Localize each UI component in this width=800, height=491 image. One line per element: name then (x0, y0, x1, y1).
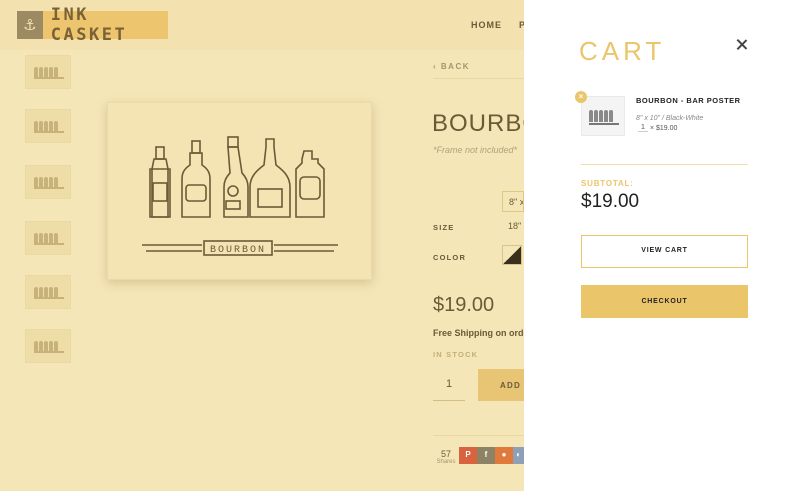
product-image[interactable]: BOURBON (107, 102, 372, 280)
bourbon-bottles-illustration: BOURBON (142, 136, 338, 256)
remove-item-button[interactable]: × (575, 91, 587, 103)
size-option-button[interactable]: 8" x (502, 191, 524, 212)
checkout-button[interactable]: CHECKOUT (581, 285, 748, 318)
close-icon[interactable] (734, 37, 750, 53)
messenger-icon[interactable]: ◐ (513, 447, 524, 464)
share-label: Shares (436, 459, 456, 465)
logo-text: INK CASKET (50, 5, 128, 45)
product-title: BOURBON (432, 110, 524, 137)
divider (433, 78, 524, 79)
pinterest-icon[interactable]: P (459, 447, 477, 464)
cart-item-price: $19.00 (656, 125, 678, 132)
share-count: 57 Shares (435, 449, 457, 465)
thumbnail[interactable] (25, 275, 71, 309)
view-cart-button[interactable]: VIEW CART (581, 235, 748, 268)
share-number: 57 (440, 449, 451, 459)
cart-drawer: CART × BOURBON - BAR POSTER 8" x 10" / B… (524, 0, 800, 491)
thumbnail[interactable] (25, 221, 71, 255)
color-label: COLOR (433, 253, 467, 262)
thumbnail[interactable] (25, 55, 71, 89)
add-to-cart-button[interactable]: ADD T (478, 369, 524, 401)
divider (581, 164, 748, 165)
quantity-input[interactable]: 1 (433, 369, 465, 401)
thumbnail[interactable] (25, 329, 71, 363)
reddit-icon[interactable]: ● (495, 447, 513, 464)
size-value[interactable]: 18" (508, 221, 524, 231)
color-swatch-black-white[interactable] (502, 245, 522, 265)
facebook-icon[interactable]: f (477, 447, 495, 464)
subtotal-amount: $19.00 (581, 191, 640, 212)
site-logo[interactable]: ⚓ INK CASKET (17, 5, 168, 45)
size-label: SIZE (433, 223, 455, 232)
thumbnail[interactable] (25, 109, 71, 143)
divider (433, 435, 524, 436)
thumbnail[interactable] (25, 165, 71, 199)
subtotal-label: SUBTOTAL: (581, 179, 634, 188)
back-label: BACK (440, 62, 470, 71)
cart-item-name[interactable]: BOURBON - BAR POSTER (636, 96, 741, 105)
frame-note: *Frame not included* (433, 145, 518, 155)
product-price: $19.00 (433, 294, 495, 316)
cart-item-variant: 8" x 10" / Black-White (636, 115, 704, 122)
back-link[interactable]: ‹ BACK (433, 62, 470, 71)
anchor-icon: ⚓ (17, 11, 43, 39)
shipping-note: Free Shipping on orde (433, 328, 524, 338)
cart-item-image[interactable] (581, 96, 625, 136)
poster-caption: BOURBON (210, 245, 266, 256)
stock-status: IN STOCK (433, 350, 479, 359)
times-sign: × (650, 125, 655, 132)
cart-item-quantity[interactable]: 1 (638, 124, 648, 132)
cart-title: CART (579, 36, 666, 66)
nav-home[interactable]: HOME (471, 20, 502, 30)
